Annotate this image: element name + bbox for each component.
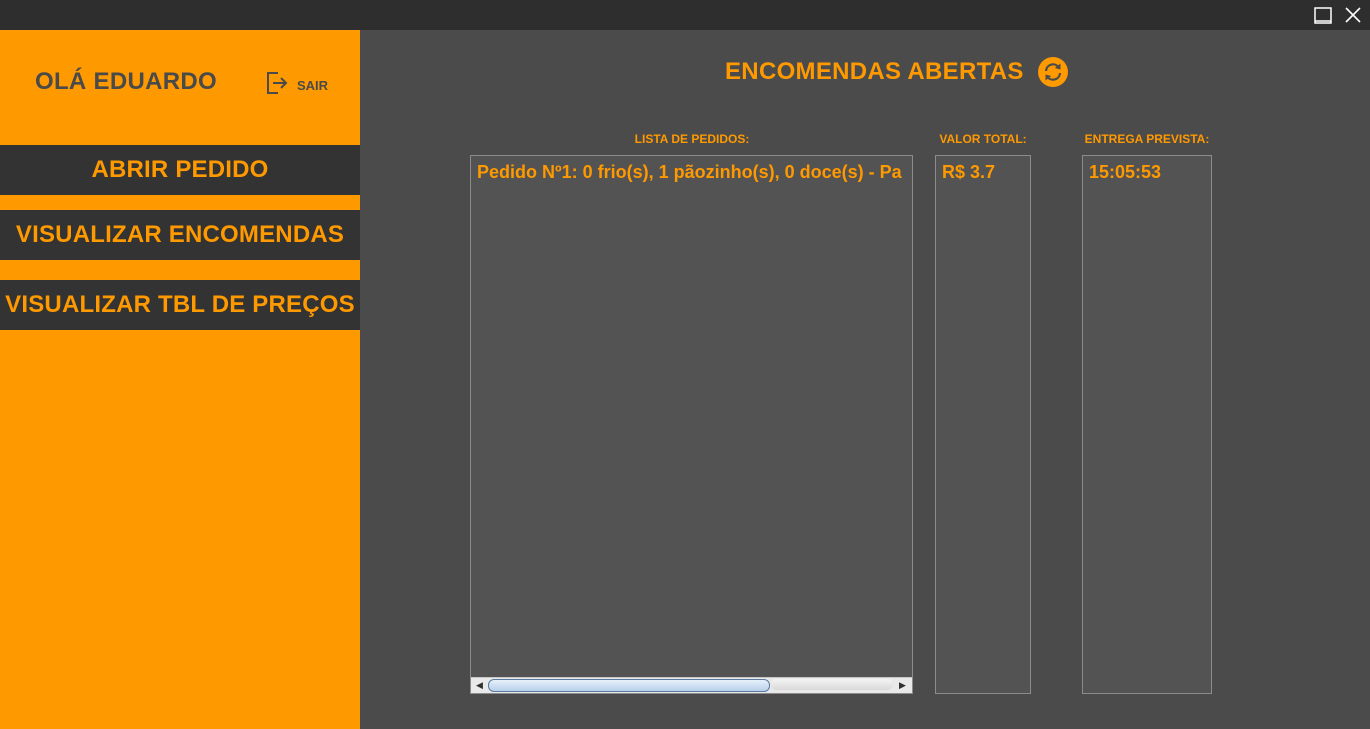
user-greeting: OLÁ EDUARDO (35, 68, 217, 95)
logout-icon (265, 70, 289, 101)
nav-abrir-pedido-button[interactable]: ABRIR PEDIDO (0, 145, 360, 195)
horizontal-scrollbar[interactable]: ◀ ▶ (471, 677, 912, 693)
page-title: ENCOMENDAS ABERTAS (725, 58, 1024, 85)
delivery-column-header: ENTREGA PREVISTA: (1084, 132, 1210, 146)
nav-item-label: VISUALIZAR ENCOMENDAS (15, 221, 345, 248)
delivery-time-list[interactable]: 15:05:53 (1082, 155, 1212, 694)
maximize-icon[interactable] (1313, 5, 1333, 25)
scrollbar-track (771, 679, 893, 690)
refresh-icon[interactable] (1037, 57, 1068, 87)
sidebar: OLÁ EDUARDO SAIR ABRIR PEDIDO VISUALIZAR… (0, 30, 360, 729)
orders-list[interactable]: Pedido Nº1: 0 frio(s), 1 pãozinho(s), 0 … (470, 155, 913, 694)
window-titlebar (0, 0, 1370, 30)
nav-item-label: ABRIR PEDIDO (91, 156, 269, 183)
list-item[interactable]: Pedido Nº1: 0 frio(s), 1 pãozinho(s), 0 … (477, 162, 902, 183)
scroll-right-icon[interactable]: ▶ (895, 678, 910, 693)
scrollbar-thumb[interactable] (488, 679, 770, 692)
close-icon[interactable] (1343, 5, 1363, 25)
logout-label: SAIR (297, 77, 329, 93)
list-item[interactable]: R$ 3.7 (942, 162, 995, 183)
orders-column-header: LISTA DE PEDIDOS: (634, 132, 750, 146)
total-value-list[interactable]: R$ 3.7 (935, 155, 1031, 694)
nav-visualizar-tbl-precos-button[interactable]: VISUALIZAR TBL DE PREÇOS (0, 280, 360, 330)
logout-button[interactable]: SAIR (265, 70, 329, 101)
list-item[interactable]: 15:05:53 (1089, 162, 1161, 183)
nav-item-label: VISUALIZAR TBL DE PREÇOS (5, 291, 355, 318)
scroll-left-icon[interactable]: ◀ (472, 678, 487, 693)
page-header: ENCOMENDAS ABERTAS (725, 56, 1068, 88)
nav-visualizar-encomendas-button[interactable]: VISUALIZAR ENCOMENDAS (0, 210, 360, 260)
total-column-header: VALOR TOTAL: (939, 132, 1027, 146)
